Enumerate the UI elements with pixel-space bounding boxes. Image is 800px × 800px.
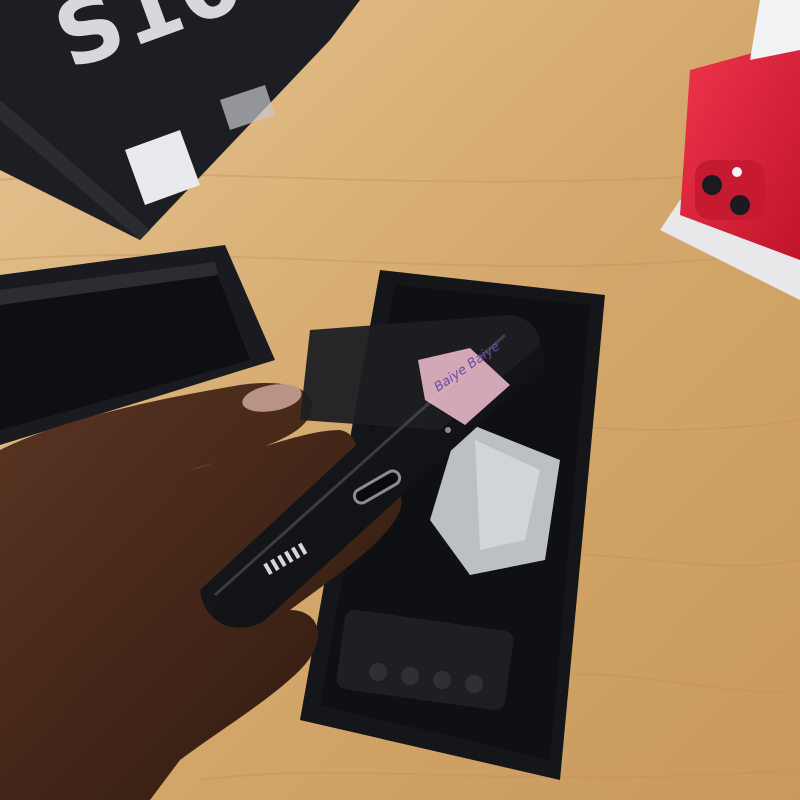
- photo-illustration: S10 Baiye Baiye: [0, 0, 800, 800]
- photo-scene: S10 Baiye Baiye: [0, 0, 800, 800]
- microphone-hole-icon: [445, 427, 451, 433]
